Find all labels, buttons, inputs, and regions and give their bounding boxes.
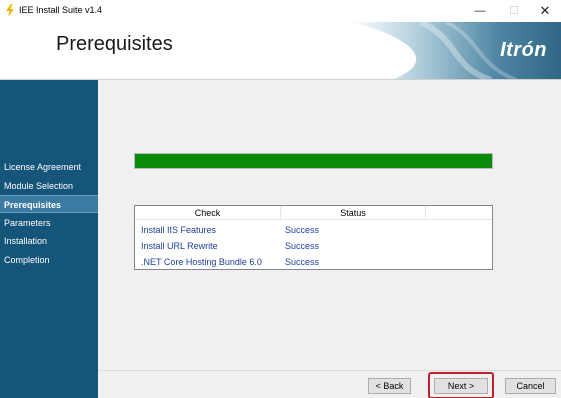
table-row[interactable]: .NET Core Hosting Bundle 6.0 Success: [135, 254, 492, 270]
sidebar-item-completion[interactable]: Completion: [0, 251, 98, 269]
sidebar: License Agreement Module Selection Prere…: [0, 80, 98, 398]
sidebar-item-installation[interactable]: Installation: [0, 232, 98, 250]
back-button[interactable]: < Back: [368, 378, 411, 394]
page-header: Prerequisites Itrón: [0, 22, 561, 80]
maximize-button[interactable]: ☐: [497, 0, 531, 22]
column-header-status[interactable]: Status: [281, 206, 426, 220]
page-title: Prerequisites: [56, 33, 173, 55]
cancel-button[interactable]: Cancel: [505, 378, 556, 394]
prerequisite-checks-table: Check Status Install IIS Features Succes…: [134, 205, 493, 270]
check-name: .NET Core Hosting Bundle 6.0: [141, 257, 262, 267]
table-header: Check Status: [135, 206, 492, 220]
check-status: Success: [285, 241, 320, 251]
progress-bar: [134, 153, 493, 169]
column-header-empty[interactable]: [426, 206, 492, 220]
check-name: Install IIS Features: [141, 225, 217, 235]
itron-logo: Itrón: [500, 39, 547, 61]
sidebar-item-parameters[interactable]: Parameters: [0, 214, 98, 232]
next-button[interactable]: Next >: [434, 378, 488, 394]
window-title: IEE Install Suite v1.4: [19, 5, 103, 15]
table-row[interactable]: Install IIS Features Success: [135, 222, 492, 238]
main-content: Check Status Install IIS Features Succes…: [98, 80, 561, 370]
sidebar-item-license-agreement[interactable]: License Agreement: [0, 158, 98, 176]
title-bar: IEE Install Suite v1.4 — ☐ ✕: [0, 0, 561, 22]
check-name: Install URL Rewrite: [141, 241, 218, 251]
sidebar-item-prerequisites[interactable]: Prerequisites: [0, 195, 98, 213]
close-button[interactable]: ✕: [528, 0, 561, 22]
table-row[interactable]: Install URL Rewrite Success: [135, 238, 492, 254]
sidebar-item-module-selection[interactable]: Module Selection: [0, 177, 98, 195]
minimize-button[interactable]: —: [463, 0, 497, 22]
footer-bar: < Back Next > Cancel: [98, 370, 561, 398]
progress-fill: [135, 154, 492, 168]
check-status: Success: [285, 257, 320, 267]
check-status: Success: [285, 225, 320, 235]
installer-lightning-icon: [6, 4, 14, 17]
column-header-check[interactable]: Check: [135, 206, 281, 220]
